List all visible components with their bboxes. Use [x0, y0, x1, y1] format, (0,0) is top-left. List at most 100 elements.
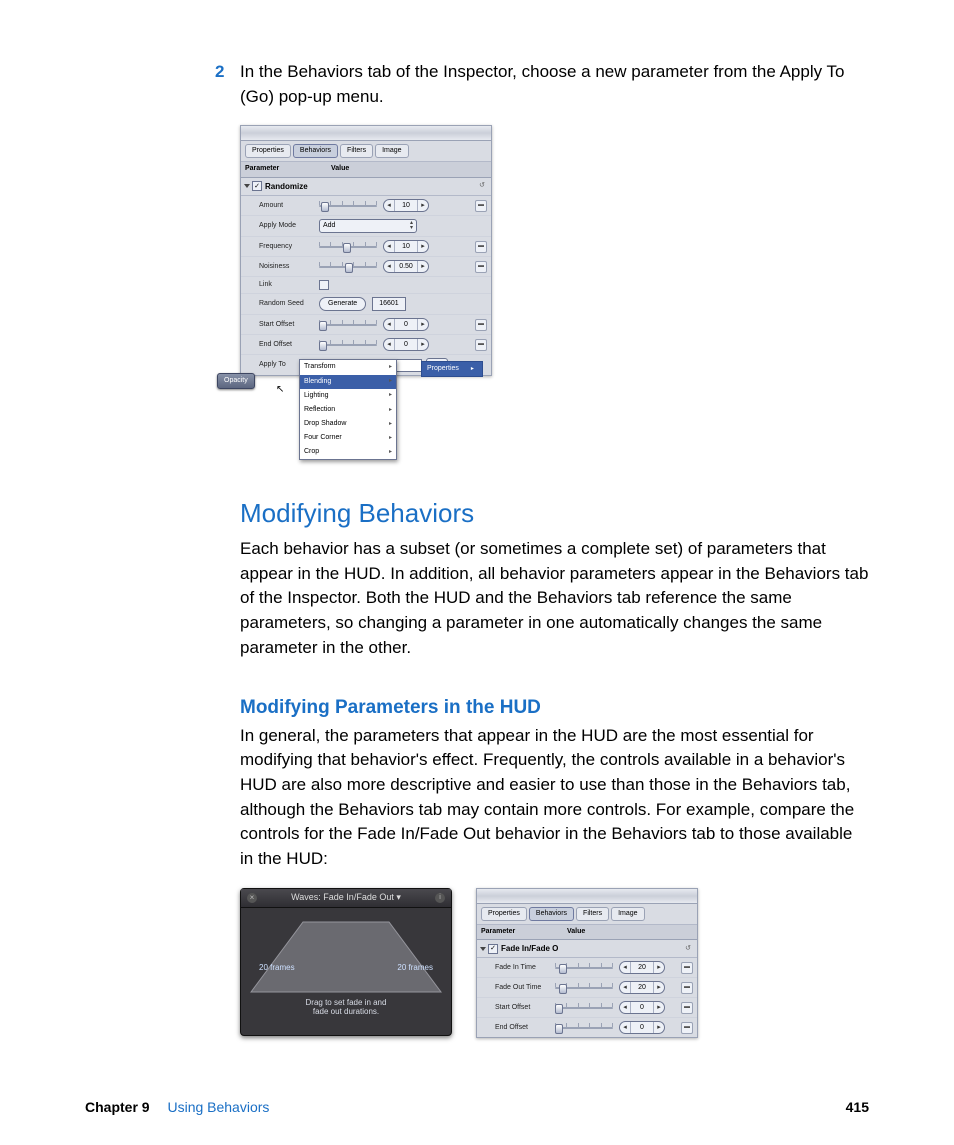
- label-end-offset: End Offset: [259, 340, 319, 350]
- popup-item-transform[interactable]: Transform▸: [300, 360, 396, 374]
- disclosure-triangle-icon[interactable]: [480, 947, 486, 951]
- slider-noisiness[interactable]: [319, 262, 377, 272]
- hud-titlebar[interactable]: × Waves: Fade In/Fade Out ▾ i: [241, 889, 451, 908]
- header-value: Value: [331, 164, 349, 174]
- slider-fade-out[interactable]: [555, 983, 613, 993]
- inspector-panel: Properties Behaviors Filters Image Param…: [240, 125, 492, 376]
- label-start-offset: Start Offset: [259, 320, 319, 330]
- tab-filters[interactable]: Filters: [340, 144, 373, 158]
- stepper-end-offset-2[interactable]: ◂0▸: [619, 1021, 665, 1034]
- figure-inspector-applyto: Properties Behaviors Filters Image Param…: [240, 125, 869, 455]
- keyframe-button[interactable]: ▬: [475, 261, 487, 273]
- stepper-noisiness[interactable]: ◂0.50▸: [383, 260, 429, 273]
- tab-behaviors[interactable]: Behaviors: [293, 144, 338, 158]
- slider-start-offset[interactable]: [319, 320, 377, 330]
- slider-fade-in[interactable]: [555, 963, 613, 973]
- tab-filters-2[interactable]: Filters: [576, 907, 609, 921]
- stepper-start-offset-2[interactable]: ◂0▸: [619, 1001, 665, 1014]
- row-start-offset-2: Start Offset ◂0▸ ▬: [477, 998, 697, 1018]
- page-footer: Chapter 9 Using Behaviors 415: [0, 1097, 954, 1117]
- footer-chapter: Chapter 9: [85, 1099, 150, 1115]
- row-start-offset: Start Offset ◂0▸ ▬: [241, 315, 491, 335]
- keyframe-button[interactable]: ▬: [475, 241, 487, 253]
- row-random-seed: Random Seed Generate 16601: [241, 294, 491, 315]
- label-start-offset-2: Start Offset: [495, 1003, 555, 1013]
- tab-properties-2[interactable]: Properties: [481, 907, 527, 921]
- link-checkbox[interactable]: [319, 280, 329, 290]
- hud-fade-graph[interactable]: 20 frames 20 frames: [249, 914, 443, 1004]
- row-amount: Amount ◂10▸ ▬: [241, 196, 491, 216]
- header-parameter: Parameter: [245, 164, 331, 174]
- param-header-2: Parameter Value: [477, 925, 697, 940]
- label-amount: Amount: [259, 201, 319, 211]
- popup-item-lighting[interactable]: Lighting▸: [300, 389, 396, 403]
- header-parameter-2: Parameter: [481, 927, 567, 937]
- slider-amount[interactable]: [319, 201, 377, 211]
- hud-close-icon[interactable]: ×: [247, 893, 257, 903]
- step-number: 2: [215, 60, 224, 85]
- hud-info-icon[interactable]: i: [435, 893, 445, 903]
- stepper-start-offset[interactable]: ◂0▸: [383, 318, 429, 331]
- stepper-frequency[interactable]: ◂10▸: [383, 240, 429, 253]
- slider-frequency[interactable]: [319, 242, 377, 252]
- enable-checkbox[interactable]: ✓: [252, 181, 262, 191]
- keyframe-button[interactable]: ▬: [681, 1002, 693, 1014]
- submenu-opacity[interactable]: Opacity: [217, 373, 255, 389]
- behavior-name-2: Fade In/Fade O: [501, 943, 558, 955]
- label-end-offset-2: End Offset: [495, 1023, 555, 1033]
- param-header: Parameter Value: [241, 162, 491, 177]
- label-fade-out: Fade Out Time: [495, 983, 555, 993]
- row-end-offset: End Offset ◂0▸ ▬: [241, 335, 491, 355]
- behavior-header-2[interactable]: ✓ Fade In/Fade O ↺: [477, 940, 697, 959]
- keyframe-button[interactable]: ▬: [475, 200, 487, 212]
- stepper-fade-in[interactable]: ◂20▸: [619, 961, 665, 974]
- keyframe-button[interactable]: ▬: [681, 1022, 693, 1034]
- submenu-properties[interactable]: Properties▸: [421, 361, 483, 377]
- tab-behaviors-2[interactable]: Behaviors: [529, 907, 574, 921]
- hud-fade: × Waves: Fade In/Fade Out ▾ i 20 frames …: [240, 888, 452, 1036]
- slider-end-offset[interactable]: [319, 340, 377, 350]
- footer-title: Using Behaviors: [167, 1099, 269, 1115]
- paragraph-mod-params-hud: In general, the parameters that appear i…: [240, 724, 869, 872]
- behavior-header[interactable]: ✓ Randomize ↺: [241, 178, 491, 197]
- enable-checkbox-2[interactable]: ✓: [488, 944, 498, 954]
- row-noisiness: Noisiness ◂0.50▸ ▬: [241, 257, 491, 277]
- disclosure-triangle-icon[interactable]: [244, 184, 250, 188]
- seed-value[interactable]: 16601: [372, 297, 405, 311]
- stepper-fade-out[interactable]: ◂20▸: [619, 981, 665, 994]
- row-link: Link: [241, 277, 491, 294]
- stepper-end-offset[interactable]: ◂0▸: [383, 338, 429, 351]
- popup-item-crop[interactable]: Crop▸: [300, 445, 396, 459]
- keyframe-button[interactable]: ▬: [681, 982, 693, 994]
- label-frequency: Frequency: [259, 242, 319, 252]
- tab-properties[interactable]: Properties: [245, 144, 291, 158]
- keyframe-button[interactable]: ▬: [681, 962, 693, 974]
- generate-button[interactable]: Generate: [319, 297, 366, 311]
- hud-left-label: 20 frames: [259, 962, 295, 974]
- popup-item-four-corner[interactable]: Four Corner▸: [300, 431, 396, 445]
- popup-item-drop-shadow[interactable]: Drop Shadow▸: [300, 417, 396, 431]
- header-value-2: Value: [567, 927, 585, 937]
- heading-mod-params-hud: Modifying Parameters in the HUD: [240, 694, 869, 722]
- keyframe-button[interactable]: ▬: [475, 339, 487, 351]
- page-number: 415: [846, 1097, 869, 1117]
- row-end-offset-2: End Offset ◂0▸ ▬: [477, 1018, 697, 1037]
- inspector-tabs: Properties Behaviors Filters Image: [241, 141, 491, 162]
- popup-item-reflection[interactable]: Reflection▸: [300, 403, 396, 417]
- popup-item-blending[interactable]: Blending▸: [300, 375, 396, 389]
- tab-image-2[interactable]: Image: [611, 907, 644, 921]
- applyto-popup[interactable]: Transform▸ Blending▸ Lighting▸ Reflectio…: [299, 359, 397, 460]
- keyframe-button[interactable]: ▬: [475, 319, 487, 331]
- figure-hud-vs-inspector: × Waves: Fade In/Fade Out ▾ i 20 frames …: [240, 888, 869, 1039]
- label-link: Link: [259, 280, 319, 290]
- inspector-tabs-2: Properties Behaviors Filters Image: [477, 904, 697, 925]
- inspector-panel-fade: Properties Behaviors Filters Image Param…: [476, 888, 698, 1039]
- reset-icon[interactable]: ↺: [479, 181, 485, 191]
- slider-start-offset-2[interactable]: [555, 1003, 613, 1013]
- tab-image[interactable]: Image: [375, 144, 408, 158]
- label-fade-in: Fade In Time: [495, 963, 555, 973]
- reset-icon[interactable]: ↺: [685, 944, 691, 954]
- slider-end-offset-2[interactable]: [555, 1023, 613, 1033]
- apply-mode-select[interactable]: Add▴▾: [319, 219, 417, 233]
- stepper-amount[interactable]: ◂10▸: [383, 199, 429, 212]
